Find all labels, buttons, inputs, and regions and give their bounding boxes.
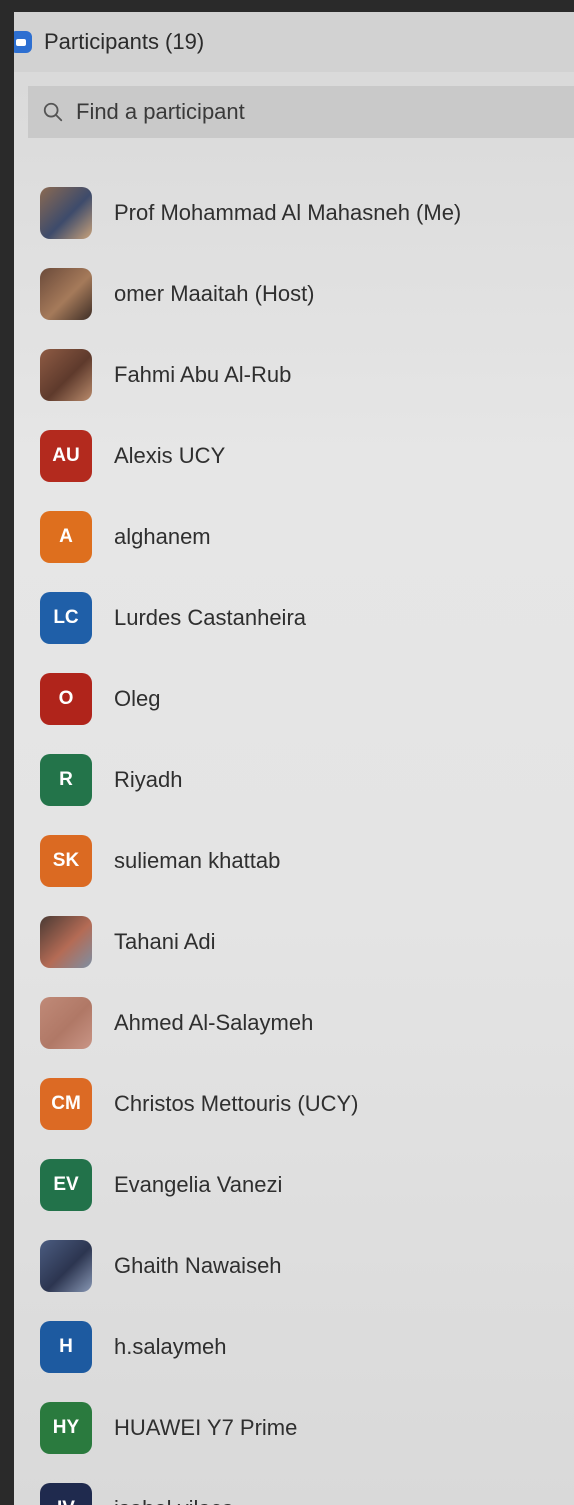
participant-name: Oleg — [114, 685, 161, 711]
participant-name: h.salaymeh — [114, 1333, 227, 1359]
participant-avatar-photo — [40, 1239, 92, 1292]
participant-name: omer Maaitah (Host) — [114, 280, 315, 306]
participant-row[interactable]: LC Lurdes Castanheira — [40, 577, 574, 658]
participant-avatar-initials: R — [40, 753, 92, 806]
participant-row[interactable]: EV Evangelia Vanezi — [40, 1144, 574, 1225]
participant-avatar-photo — [40, 996, 92, 1049]
participant-row[interactable]: CM Christos Mettouris (UCY) — [40, 1063, 574, 1144]
search-input[interactable] — [74, 98, 558, 126]
participant-name: Alexis UCY — [114, 442, 226, 468]
participant-row[interactable]: R Riyadh — [40, 739, 574, 820]
participant-name: alghanem — [114, 523, 211, 549]
participant-row[interactable]: IV isabel vilaça — [40, 1468, 574, 1505]
participant-avatar-photo — [40, 186, 92, 239]
participant-avatar-photo — [40, 267, 92, 320]
participant-name: sulieman khattab — [114, 847, 281, 873]
panel-header: Participants (19) — [14, 12, 574, 72]
participant-name: isabel vilaça — [114, 1496, 234, 1505]
participant-row[interactable]: Hh.salaymeh — [40, 1306, 574, 1387]
participant-avatar-initials: CM — [40, 1077, 92, 1130]
participant-avatar-initials: H — [40, 1320, 92, 1373]
participant-row[interactable]: Prof Mohammad Al Mahasneh (Me) — [40, 172, 574, 253]
participant-list: Prof Mohammad Al Mahasneh (Me) omer Maait… — [40, 172, 574, 1505]
participant-row[interactable]: Fahmi Abu Al-Rub — [40, 334, 574, 415]
participant-row[interactable]: omer Maaitah (Host) — [40, 253, 574, 334]
participant-name: Prof Mohammad Al Mahasneh (Me) — [114, 199, 462, 225]
participant-name: Evangelia Vanezi — [114, 1171, 283, 1197]
search-icon — [43, 102, 63, 122]
panel-title: Participants (19) — [44, 29, 205, 54]
participant-name: HUAWEI Y7 Prime — [114, 1414, 298, 1440]
participant-avatar-initials: EV — [40, 1158, 92, 1211]
participant-row[interactable]: Tahani Adi — [40, 901, 574, 982]
participant-avatar-initials: O — [40, 672, 92, 725]
participant-row[interactable]: Aalghanem — [40, 496, 574, 577]
participant-avatar-initials: AU — [40, 429, 92, 482]
participant-avatar-initials: LC — [40, 591, 92, 644]
participant-row[interactable]: HY HUAWEI Y7 Prime — [40, 1387, 574, 1468]
participant-avatar-photo — [40, 915, 92, 968]
participant-row[interactable]: Ahmed Al-Salaymeh — [40, 982, 574, 1063]
participant-row[interactable]: AU Alexis UCY — [40, 415, 574, 496]
participant-name: Christos Mettouris (UCY) — [114, 1090, 359, 1116]
participant-name: Lurdes Castanheira — [114, 604, 307, 630]
search-bar[interactable] — [28, 86, 574, 138]
participant-avatar-initials: A — [40, 510, 92, 563]
participant-name: Ahmed Al-Salaymeh — [114, 1009, 314, 1035]
participant-name: Riyadh — [114, 766, 183, 792]
participant-name: Fahmi Abu Al-Rub — [114, 361, 292, 387]
participants-panel: Participants (19) Prof Mohammad Al Mahas… — [14, 12, 574, 1505]
participant-name: Tahani Adi — [114, 928, 216, 954]
participant-avatar-initials: IV — [40, 1482, 92, 1505]
participant-avatar-photo — [40, 348, 92, 401]
participant-avatar-initials: SK — [40, 834, 92, 887]
participant-name: Ghaith Nawaiseh — [114, 1252, 282, 1278]
participant-avatar-initials: HY — [40, 1401, 92, 1454]
participant-row[interactable]: SK sulieman khattab — [40, 820, 574, 901]
participant-row[interactable]: Ghaith Nawaiseh — [40, 1225, 574, 1306]
zoom-app-icon — [14, 31, 32, 53]
participant-row[interactable]: O Oleg — [40, 658, 574, 739]
